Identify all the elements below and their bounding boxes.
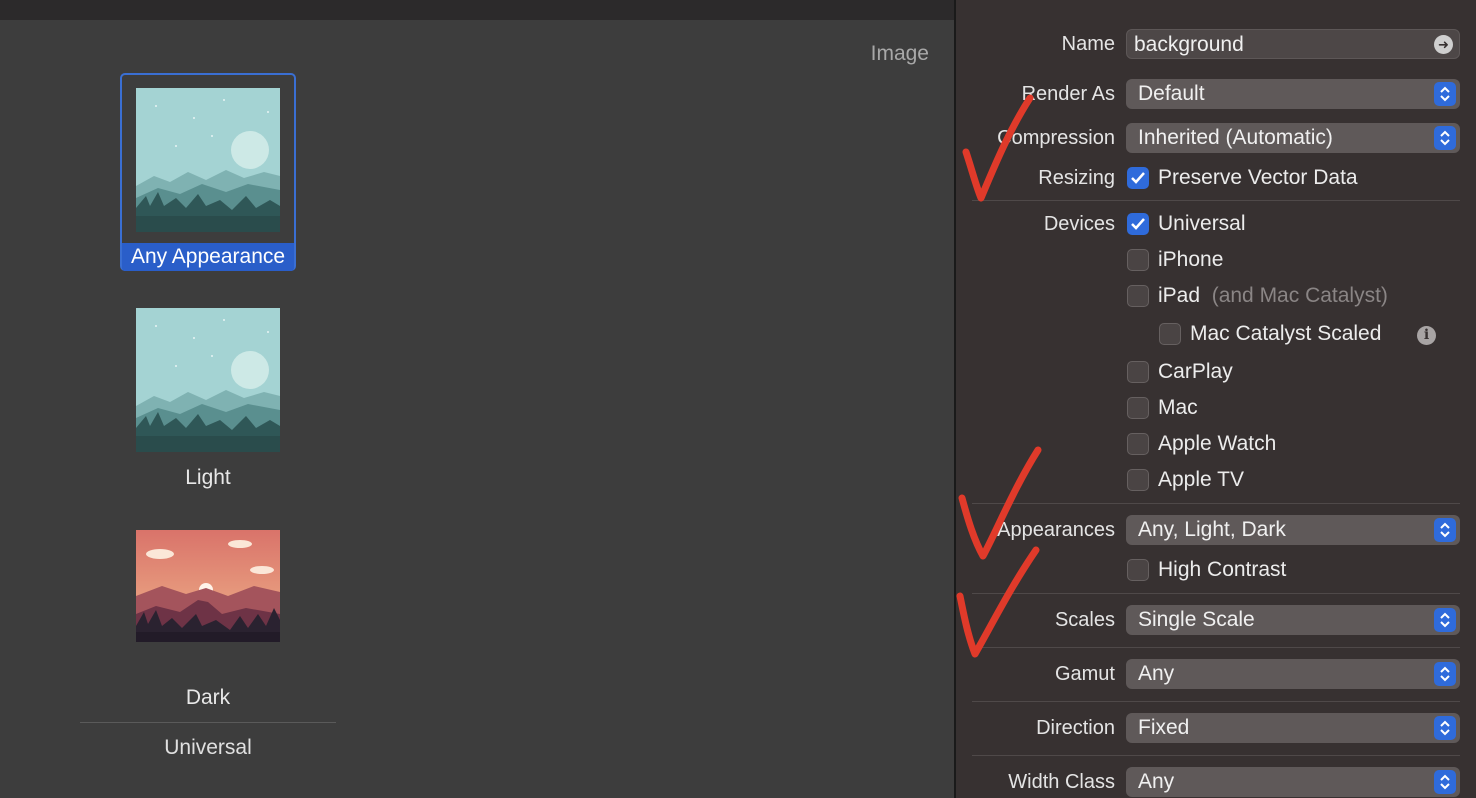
compression-popup[interactable]: Inherited (Automatic) bbox=[1126, 123, 1460, 153]
up-down-chevron-icon bbox=[1434, 608, 1456, 632]
width-class-value: Any bbox=[1138, 770, 1175, 793]
device-apple-tv-label[interactable]: Apple TV bbox=[1158, 468, 1244, 492]
slot-caption: Light bbox=[185, 466, 231, 489]
section-divider bbox=[972, 200, 1460, 201]
device-ipad-label[interactable]: iPad (and Mac Catalyst) bbox=[1158, 284, 1388, 308]
device-mac-label[interactable]: Mac bbox=[1158, 396, 1198, 420]
device-ipad-name: iPad bbox=[1158, 284, 1201, 307]
section-divider bbox=[972, 503, 1460, 504]
device-apple-watch-label[interactable]: Apple Watch bbox=[1158, 432, 1276, 456]
up-down-chevron-icon bbox=[1434, 126, 1456, 150]
render-as-popup[interactable]: Default bbox=[1126, 79, 1460, 109]
up-down-chevron-icon bbox=[1434, 82, 1456, 106]
appearances-label: Appearances bbox=[997, 519, 1115, 541]
device-mac-checkbox[interactable] bbox=[1127, 397, 1149, 419]
device-carplay-checkbox[interactable] bbox=[1127, 361, 1149, 383]
compression-value: Inherited (Automatic) bbox=[1138, 126, 1333, 149]
high-contrast-checkbox[interactable] bbox=[1127, 559, 1149, 581]
device-universal-checkbox[interactable] bbox=[1127, 213, 1149, 235]
landscape-day-thumbnail[interactable] bbox=[136, 88, 280, 232]
up-down-chevron-icon bbox=[1434, 716, 1456, 740]
editor-top-bar bbox=[0, 0, 954, 20]
checkmark-icon bbox=[1131, 172, 1145, 184]
up-down-chevron-icon bbox=[1434, 662, 1456, 686]
scales-value: Single Scale bbox=[1138, 608, 1255, 631]
preserve-vector-data-label[interactable]: Preserve Vector Data bbox=[1158, 166, 1358, 190]
landscape-day-thumbnail[interactable] bbox=[136, 308, 280, 452]
device-apple-watch-checkbox[interactable] bbox=[1127, 433, 1149, 455]
direction-popup[interactable]: Fixed bbox=[1126, 713, 1460, 743]
section-divider bbox=[972, 755, 1460, 756]
info-circle-icon[interactable]: i bbox=[1417, 326, 1436, 345]
landscape-sunset-thumbnail[interactable] bbox=[136, 530, 280, 642]
devices-label: Devices bbox=[1043, 213, 1115, 235]
preserve-vector-data-checkbox[interactable] bbox=[1127, 167, 1149, 189]
device-apple-tv-checkbox[interactable] bbox=[1127, 469, 1149, 491]
device-group-label: Universal bbox=[164, 736, 252, 759]
device-carplay-label[interactable]: CarPlay bbox=[1158, 360, 1233, 384]
appearances-value: Any, Light, Dark bbox=[1138, 518, 1286, 541]
asset-set-editor: Image Any Appearance Light Dark Universa… bbox=[0, 0, 954, 798]
direction-label: Direction bbox=[1036, 717, 1115, 739]
high-contrast-label[interactable]: High Contrast bbox=[1158, 558, 1286, 582]
section-divider bbox=[972, 701, 1460, 702]
slot-caption: Any Appearance bbox=[122, 243, 294, 271]
appearances-popup[interactable]: Any, Light, Dark bbox=[1126, 515, 1460, 545]
mac-catalyst-scaled-label[interactable]: Mac Catalyst Scaled bbox=[1190, 322, 1381, 346]
width-class-label: Width Class bbox=[1008, 771, 1115, 793]
section-divider bbox=[972, 647, 1460, 648]
scales-popup[interactable]: Single Scale bbox=[1126, 605, 1460, 635]
device-iphone-label[interactable]: iPhone bbox=[1158, 248, 1223, 272]
up-down-chevron-icon bbox=[1434, 518, 1456, 542]
arrow-right-circle-icon[interactable]: ➜ bbox=[1434, 35, 1453, 54]
device-ipad-note: (and Mac Catalyst) bbox=[1211, 284, 1388, 307]
device-universal-label[interactable]: Universal bbox=[1158, 212, 1246, 236]
up-down-chevron-icon bbox=[1434, 770, 1456, 794]
render-as-value: Default bbox=[1138, 82, 1205, 105]
device-iphone-checkbox[interactable] bbox=[1127, 249, 1149, 271]
slot-caption: Dark bbox=[185, 686, 231, 709]
compression-label: Compression bbox=[997, 127, 1115, 149]
name-value: background bbox=[1134, 33, 1244, 56]
render-as-label: Render As bbox=[1021, 83, 1115, 105]
gamut-popup[interactable]: Any bbox=[1126, 659, 1460, 689]
gamut-value: Any bbox=[1138, 662, 1175, 685]
name-label: Name bbox=[1061, 33, 1115, 55]
group-divider bbox=[80, 722, 336, 723]
section-divider bbox=[972, 593, 1460, 594]
scales-label: Scales bbox=[1054, 609, 1115, 631]
width-class-popup[interactable]: Any bbox=[1126, 767, 1460, 797]
device-ipad-checkbox[interactable] bbox=[1127, 285, 1149, 307]
asset-set-type-label: Image bbox=[870, 42, 929, 65]
name-field[interactable]: background ➜ bbox=[1126, 29, 1460, 59]
attributes-inspector: Name background ➜ Render As Default Comp… bbox=[956, 0, 1476, 798]
direction-value: Fixed bbox=[1138, 716, 1190, 739]
mac-catalyst-scaled-checkbox[interactable] bbox=[1159, 323, 1181, 345]
gamut-label: Gamut bbox=[1054, 663, 1115, 685]
checkmark-icon bbox=[1131, 218, 1145, 230]
resizing-label: Resizing bbox=[1038, 167, 1115, 189]
